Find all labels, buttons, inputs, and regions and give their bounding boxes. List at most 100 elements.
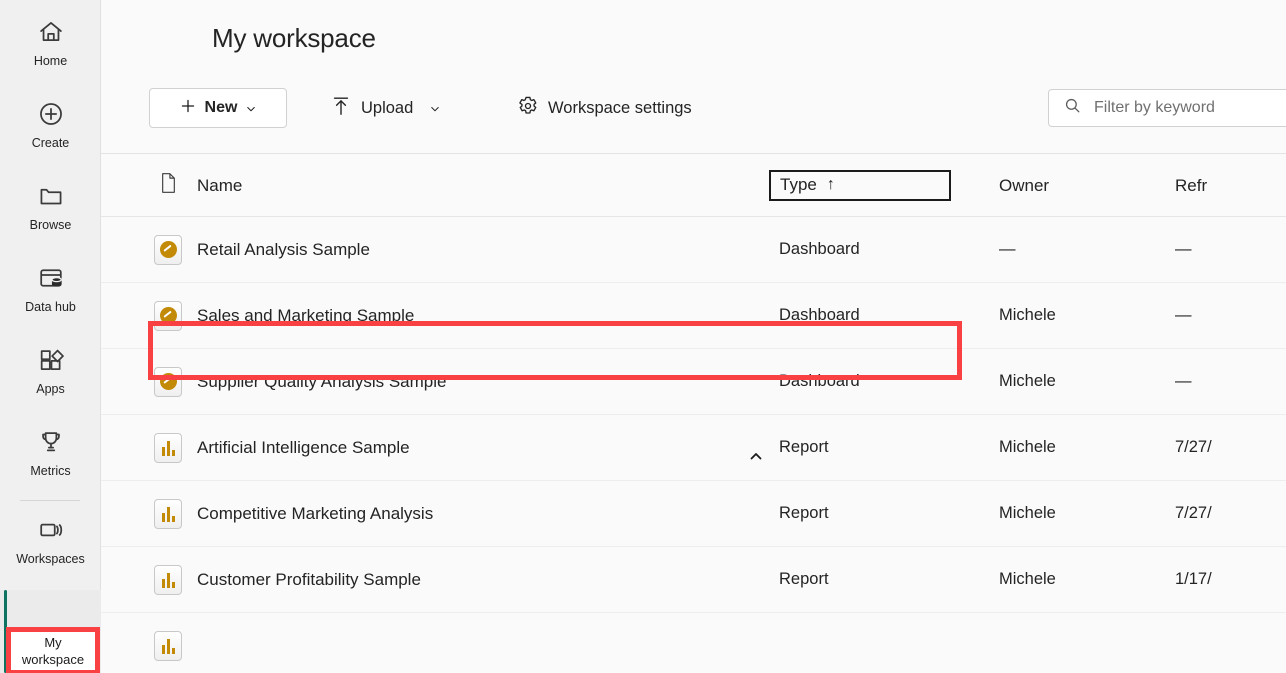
gear-icon — [516, 94, 540, 123]
row-owner: — — [999, 240, 1016, 258]
row-name[interactable]: Supplier Quality Analysis Sample — [197, 372, 779, 392]
selected-accent-bar — [4, 590, 7, 673]
document-icon — [159, 172, 178, 199]
column-header-owner[interactable]: Owner — [999, 176, 1175, 196]
row-name[interactable]: Customer Profitability Sample — [197, 570, 779, 590]
sidebar-item-label: Workspaces — [16, 552, 85, 566]
sidebar-item-label: Metrics — [30, 464, 71, 478]
table-row[interactable]: Competitive Marketing Analysis Report Mi… — [101, 481, 1286, 547]
row-type-icon — [101, 234, 197, 265]
row-refreshed: — — [1175, 240, 1192, 258]
workspace-main-area: My workspace New Upload Workspace settin… — [101, 0, 1286, 673]
my-workspace-label-line1: My — [44, 635, 62, 650]
row-resize-caret-icon — [750, 447, 762, 460]
sidebar-item-label: Data hub — [25, 300, 76, 314]
apps-icon — [35, 344, 67, 376]
table-row[interactable]: Artificial Intelligence Sample Report Mi… — [101, 415, 1286, 481]
row-type-icon — [101, 498, 197, 529]
column-header-refreshed[interactable]: Refr — [1175, 176, 1286, 196]
plus-icon — [179, 97, 197, 120]
row-type-icon — [101, 564, 197, 595]
row-type-icon — [101, 630, 197, 661]
upload-button-label: Upload — [361, 98, 414, 117]
report-icon — [154, 498, 182, 529]
command-toolbar: New Upload Workspace settings Filter by … — [101, 82, 1286, 154]
row-type-icon — [101, 432, 197, 463]
row-refreshed: — — [1175, 306, 1192, 324]
sidebar-item-data-hub[interactable]: Data hub — [0, 252, 101, 334]
sidebar-item-apps[interactable]: Apps — [0, 334, 101, 416]
search-icon — [1063, 96, 1082, 120]
table-row[interactable]: Sales and Marketing Sample Dashboard Mic… — [101, 283, 1286, 349]
column-header-icon — [101, 172, 197, 199]
left-navigation-sidebar: Home Create Browse Data hub Apps Metrics… — [0, 0, 101, 673]
column-header-type-sort-box[interactable]: Type ↑ — [769, 170, 951, 201]
row-refreshed: — — [1175, 372, 1192, 390]
trophy-icon — [35, 426, 67, 458]
row-type: Report — [779, 570, 829, 588]
table-row-partial[interactable] — [101, 613, 1286, 673]
row-refreshed: 7/27/ — [1175, 438, 1212, 456]
row-name[interactable]: Competitive Marketing Analysis — [197, 504, 779, 524]
sidebar-item-label: Home — [33, 54, 68, 68]
data-hub-icon — [35, 262, 67, 294]
toolbar-divider — [101, 153, 1286, 154]
chevron-down-icon — [245, 102, 257, 114]
sidebar-item-label: Create — [31, 136, 70, 150]
sidebar-item-workspaces[interactable]: Workspaces — [0, 504, 101, 586]
my-workspace-label-line2: workspace — [21, 652, 85, 667]
workspace-settings-label: Workspace settings — [548, 98, 692, 117]
row-owner: Michele — [999, 570, 1056, 588]
workspace-settings-button[interactable]: Workspace settings — [516, 89, 692, 127]
table-header-row: Name Type ↑ Owner Refr — [101, 155, 1286, 217]
row-name[interactable]: Sales and Marketing Sample — [197, 306, 779, 326]
row-name[interactable]: Retail Analysis Sample — [197, 240, 779, 260]
filter-search-box[interactable] — [1048, 89, 1286, 127]
sidebar-item-label: Apps — [36, 382, 65, 396]
column-header-type[interactable]: Type ↑ — [769, 170, 999, 201]
table-row[interactable]: Retail Analysis Sample Dashboard — — — [101, 217, 1286, 283]
dashboard-icon — [154, 234, 182, 265]
sidebar-item-create[interactable]: Create — [0, 88, 101, 170]
column-header-name[interactable]: Name — [197, 176, 779, 196]
row-name[interactable]: Artificial Intelligence Sample — [197, 438, 779, 458]
sidebar-item-metrics[interactable]: Metrics — [0, 416, 101, 498]
row-refreshed: 7/27/ — [1175, 504, 1212, 522]
search-input[interactable] — [1094, 96, 1284, 120]
row-refreshed: 1/17/ — [1175, 570, 1212, 588]
upload-button[interactable]: Upload — [329, 89, 441, 127]
row-type: Dashboard — [779, 240, 860, 258]
table-row[interactable]: Supplier Quality Analysis Sample Dashboa… — [101, 349, 1286, 415]
row-owner: Michele — [999, 438, 1056, 456]
new-button[interactable]: New — [149, 88, 287, 128]
row-type-icon — [101, 366, 197, 397]
row-type-icon — [101, 300, 197, 331]
dashboard-icon — [154, 366, 182, 397]
chevron-down-icon — [429, 102, 441, 114]
column-header-type-label: Type — [780, 175, 817, 194]
row-type: Report — [779, 438, 829, 456]
sidebar-item-home[interactable]: Home — [0, 6, 101, 88]
row-type: Dashboard — [779, 306, 860, 324]
power-bi-workspace-page: Home Create Browse Data hub Apps Metrics… — [0, 0, 1286, 673]
plus-circle-icon — [35, 98, 67, 130]
row-type: Dashboard — [779, 372, 860, 390]
row-owner: Michele — [999, 306, 1056, 324]
workspaces-icon — [35, 514, 67, 546]
my-workspace-label: My workspace — [11, 629, 95, 673]
sidebar-divider — [20, 500, 80, 501]
folder-icon — [35, 180, 67, 212]
report-icon — [154, 432, 182, 463]
row-owner: Michele — [999, 504, 1056, 522]
workspace-items-table: Name Type ↑ Owner Refr Retail Analysis S… — [101, 155, 1286, 673]
table-row[interactable]: Customer Profitability Sample Report Mic… — [101, 547, 1286, 613]
new-button-label: New — [204, 99, 238, 116]
row-owner: Michele — [999, 372, 1056, 390]
page-title: My workspace — [212, 23, 376, 53]
sidebar-item-browse[interactable]: Browse — [0, 170, 101, 252]
upload-arrow-icon — [329, 94, 353, 123]
sort-ascending-icon: ↑ — [826, 176, 835, 193]
sidebar-item-label: Browse — [29, 218, 72, 232]
dashboard-icon — [154, 300, 182, 331]
report-icon — [154, 564, 182, 595]
